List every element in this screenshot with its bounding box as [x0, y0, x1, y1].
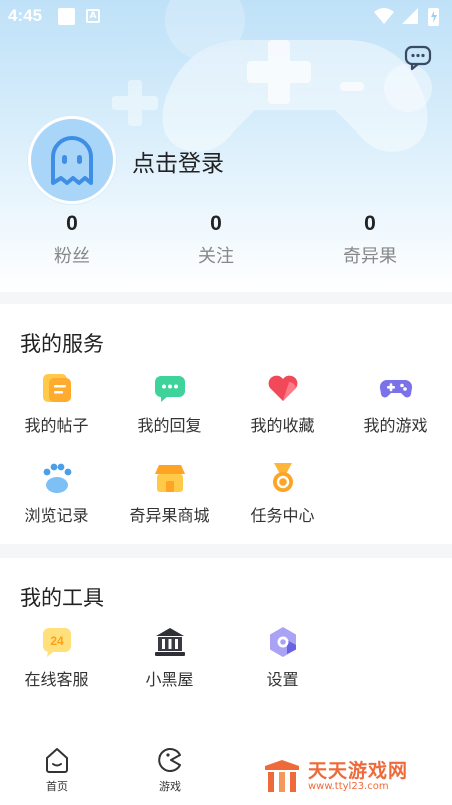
tools-card: 我的工具 24 在线客服 小黑屋 设置	[0, 558, 452, 738]
tools-title: 我的工具	[20, 586, 104, 610]
store-icon	[154, 465, 185, 492]
status-time: 4:45	[8, 6, 43, 25]
accessibility-a-icon: A	[86, 9, 100, 23]
paw-history-icon	[43, 463, 71, 493]
stat-label: 关注	[198, 246, 234, 267]
service-label: 我的帖子	[24, 416, 89, 435]
stat-following[interactable]: 0 关注	[166, 212, 266, 268]
service-label: 我的回复	[137, 416, 202, 435]
favorite-heart-icon	[268, 375, 297, 401]
profile-stats: 0 粉丝 0 关注 0 奇异果	[0, 212, 452, 276]
stat-value: 0	[364, 212, 376, 235]
home-icon	[46, 748, 68, 773]
stat-value: 0	[210, 212, 222, 235]
jail-house-icon	[154, 628, 185, 656]
stat-kiwi[interactable]: 0 奇异果	[320, 212, 420, 268]
tool-label: 在线客服	[24, 670, 89, 689]
tab-games[interactable]: 游戏	[140, 746, 200, 794]
service-my-games[interactable]: 我的游戏	[339, 370, 452, 436]
service-label: 浏览记录	[24, 506, 89, 525]
bottom-nav: 首页 游戏 天天游戏网 www.ttyl23.com	[0, 738, 452, 805]
services-title: 我的服务	[20, 332, 104, 356]
profile-header: 4:45 A 点击登录 0 粉丝 0 关注 0 奇异果	[0, 0, 452, 292]
service-label: 我的游戏	[363, 416, 428, 435]
game-pacman-icon	[158, 748, 181, 772]
support-24-text: 24	[50, 634, 64, 648]
notification-square-icon	[58, 8, 75, 25]
stat-label: 奇异果	[343, 246, 397, 267]
stat-label: 粉丝	[54, 246, 90, 267]
status-icons	[374, 8, 439, 26]
service-label: 任务中心	[250, 506, 315, 525]
status-bar: 4:45 A	[0, 0, 452, 34]
ghost-avatar-icon	[51, 136, 93, 185]
login-prompt[interactable]: 点击登录	[132, 144, 224, 178]
stat-value: 0	[66, 212, 78, 235]
service-task-center[interactable]: 任务中心	[226, 460, 339, 526]
avatar[interactable]	[28, 116, 116, 204]
services-card: 我的服务 我的帖子 我的回复 我的收藏 我的游戏 浏览记录 奇异果商城 任务中心	[0, 304, 452, 544]
service-kiwi-store[interactable]: 奇异果商城	[113, 460, 226, 526]
message-icon[interactable]	[404, 44, 432, 72]
service-browse-history[interactable]: 浏览记录	[0, 460, 113, 526]
settings-hexagon-icon	[269, 627, 296, 657]
tool-label: 设置	[266, 670, 299, 689]
medal-icon	[272, 463, 293, 492]
tab-label: 游戏	[159, 780, 181, 793]
gamepad-icon	[379, 379, 412, 398]
watermark-url: www.ttyl23.com	[308, 781, 389, 792]
customer-service-24-icon: 24	[42, 628, 71, 657]
tool-settings[interactable]: 设置	[226, 624, 339, 690]
service-my-posts[interactable]: 我的帖子	[0, 370, 113, 436]
tool-online-support[interactable]: 24 在线客服	[0, 624, 113, 690]
wifi-icon	[374, 8, 394, 24]
watermark-name: 天天游戏网	[308, 760, 409, 782]
reply-icon	[154, 376, 185, 402]
service-my-favorites[interactable]: 我的收藏	[226, 370, 339, 436]
post-icon	[42, 374, 71, 402]
service-my-replies[interactable]: 我的回复	[113, 370, 226, 436]
service-label: 奇异果商城	[129, 506, 210, 525]
service-label: 我的收藏	[250, 416, 315, 435]
tool-label: 小黑屋	[145, 670, 194, 689]
stat-fans[interactable]: 0 粉丝	[22, 212, 122, 268]
tab-label: 首页	[46, 780, 68, 793]
tool-blackroom[interactable]: 小黑屋	[113, 624, 226, 690]
signal-icon	[402, 8, 418, 24]
tab-home[interactable]: 首页	[27, 746, 87, 794]
watermark-logo-icon	[265, 760, 299, 792]
